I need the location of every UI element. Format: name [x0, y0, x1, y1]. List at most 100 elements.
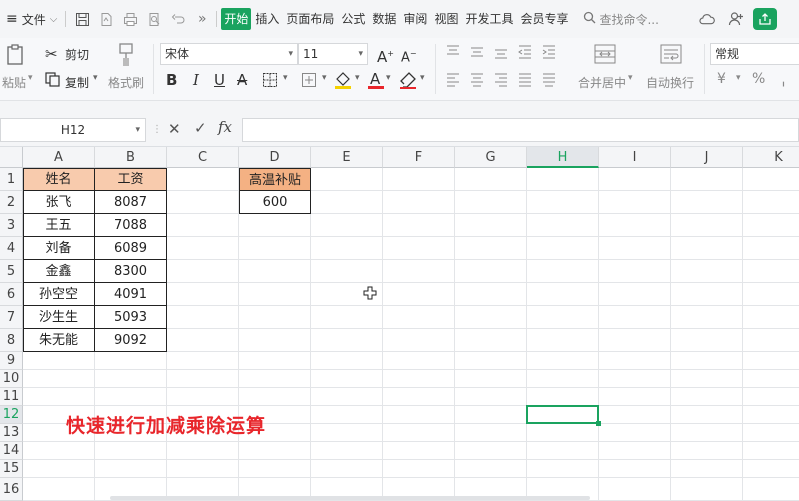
align-middle-icon[interactable]: [470, 45, 484, 62]
distribute-icon[interactable]: [542, 73, 556, 90]
strikethrough-icon[interactable]: A: [237, 71, 247, 89]
add-user-icon[interactable]: [728, 11, 744, 27]
border-icon[interactable]: [262, 72, 280, 91]
justify-icon[interactable]: [518, 73, 532, 90]
column-header-a[interactable]: A: [23, 147, 95, 168]
decrease-font-icon[interactable]: A−: [401, 45, 417, 67]
name-cell[interactable]: 沙生生: [23, 306, 95, 329]
salary-cell[interactable]: 8087: [95, 191, 167, 214]
number-format-select[interactable]: 常规: [710, 43, 799, 65]
spreadsheet-grid[interactable]: ABCDEFGHIJK 1 2 3 4 5 6 7 8 9 10 11 12 13 14 15 16 姓名 工资…: [0, 147, 799, 501]
tab-review[interactable]: 审阅: [400, 8, 430, 30]
salary-cell[interactable]: 6089: [95, 237, 167, 260]
name-cell[interactable]: 朱无能: [23, 329, 95, 352]
indent-decrease-icon[interactable]: [518, 45, 532, 62]
row-header-15[interactable]: 15: [0, 460, 23, 478]
column-header-g[interactable]: G: [455, 147, 527, 168]
clear-format-icon[interactable]: [398, 70, 418, 93]
row-header-12[interactable]: 12: [0, 406, 23, 424]
row-header-3[interactable]: 3: [0, 214, 23, 237]
confirm-icon[interactable]: ✓: [194, 119, 207, 137]
merge-center-button[interactable]: 合并居中: [578, 74, 626, 91]
print-icon[interactable]: [122, 11, 138, 27]
salary-cell[interactable]: 7088: [95, 214, 167, 237]
increase-font-icon[interactable]: A+: [377, 45, 394, 66]
font-name-select[interactable]: 宋体 ▾: [160, 43, 298, 65]
column-header-e[interactable]: E: [311, 147, 383, 168]
tab-page-layout[interactable]: 页面布局: [283, 8, 337, 30]
more-icon[interactable]: »: [194, 11, 210, 27]
currency-icon[interactable]: ¥: [717, 71, 726, 87]
fill-handle[interactable]: [596, 421, 601, 426]
tab-home[interactable]: 开始: [221, 8, 252, 30]
function-icon[interactable]: fx: [218, 118, 232, 136]
salary-cell[interactable]: 4091: [95, 283, 167, 306]
name-cell[interactable]: 王五: [23, 214, 95, 237]
name-cell[interactable]: 金鑫: [23, 260, 95, 283]
grip-icon[interactable]: ⋮: [152, 124, 162, 135]
currency-dropdown-icon[interactable]: ▾: [736, 73, 741, 83]
font-color-icon[interactable]: A: [367, 69, 385, 94]
column-header-j[interactable]: J: [671, 147, 743, 168]
font-size-select[interactable]: 11 ▾: [298, 43, 368, 65]
cell-style-icon[interactable]: [301, 72, 319, 91]
tab-member[interactable]: 会员专享: [517, 8, 571, 30]
align-center-icon[interactable]: [470, 73, 484, 90]
align-right-icon[interactable]: [494, 73, 508, 90]
clear-format-dropdown-icon[interactable]: ▾: [420, 73, 425, 83]
column-header-b[interactable]: B: [95, 147, 167, 168]
bonus-header-cell[interactable]: 高温补贴: [239, 168, 311, 191]
selected-cell-border[interactable]: [526, 405, 599, 424]
paste-dropdown-icon[interactable]: ▾: [28, 73, 33, 83]
cancel-icon[interactable]: ✕: [168, 120, 181, 138]
align-top-icon[interactable]: [446, 45, 460, 62]
cell-style-dropdown-icon[interactable]: ▾: [322, 73, 327, 83]
row-header-8[interactable]: 8: [0, 329, 23, 352]
name-cell[interactable]: 孙空空: [23, 283, 95, 306]
row-header-7[interactable]: 7: [0, 306, 23, 329]
underline-icon[interactable]: U: [214, 71, 225, 89]
undo-icon[interactable]: [170, 11, 186, 27]
row-header-16[interactable]: 16: [0, 478, 23, 501]
row-header-4[interactable]: 4: [0, 237, 23, 260]
copy-button[interactable]: 复制: [65, 74, 89, 91]
font-color-dropdown-icon[interactable]: ▾: [386, 73, 391, 83]
chevron-down-icon[interactable]: ▾: [135, 119, 140, 141]
row-header-14[interactable]: 14: [0, 442, 23, 460]
command-search[interactable]: 查找命令...: [579, 0, 662, 38]
row-header-2[interactable]: 2: [0, 191, 23, 214]
indent-increase-icon[interactable]: [542, 45, 556, 62]
file-menu[interactable]: ≡ 文件 ⌵: [0, 0, 61, 38]
tab-insert[interactable]: 插入: [252, 8, 282, 30]
column-header-c[interactable]: C: [167, 147, 239, 168]
salary-cell[interactable]: 5093: [95, 306, 167, 329]
select-all-corner[interactable]: [0, 147, 23, 168]
save-icon[interactable]: [74, 11, 90, 27]
percent-icon[interactable]: %: [752, 71, 765, 87]
border-dropdown-icon[interactable]: ▾: [283, 73, 288, 83]
italic-icon[interactable]: I: [193, 71, 199, 89]
tab-data[interactable]: 数据: [369, 8, 399, 30]
merge-dropdown-icon[interactable]: ▾: [628, 73, 633, 83]
export-pdf-icon[interactable]: [98, 11, 114, 27]
salary-cell[interactable]: 8300: [95, 260, 167, 283]
cloud-sync-icon[interactable]: [699, 11, 715, 27]
horizontal-scrollbar[interactable]: [110, 496, 590, 500]
align-left-icon[interactable]: [446, 73, 460, 90]
column-header-f[interactable]: F: [383, 147, 455, 168]
row-header-5[interactable]: 5: [0, 260, 23, 283]
copy-dropdown-icon[interactable]: ▾: [93, 73, 98, 83]
formula-input[interactable]: [242, 118, 799, 142]
name-cell[interactable]: 张飞: [23, 191, 95, 214]
column-header-k[interactable]: K: [743, 147, 799, 168]
cut-button[interactable]: 剪切: [65, 46, 89, 63]
name-box[interactable]: H12 ▾: [0, 118, 146, 142]
table-header-cell[interactable]: 姓名: [23, 168, 95, 191]
paste-button[interactable]: 粘贴: [2, 74, 26, 91]
table-header-cell[interactable]: 工资: [95, 168, 167, 191]
fill-color-dropdown-icon[interactable]: ▾: [355, 73, 360, 83]
row-header-1[interactable]: 1: [0, 168, 23, 191]
row-header-6[interactable]: 6: [0, 283, 23, 306]
share-button[interactable]: [753, 8, 777, 30]
row-header-11[interactable]: 11: [0, 388, 23, 406]
